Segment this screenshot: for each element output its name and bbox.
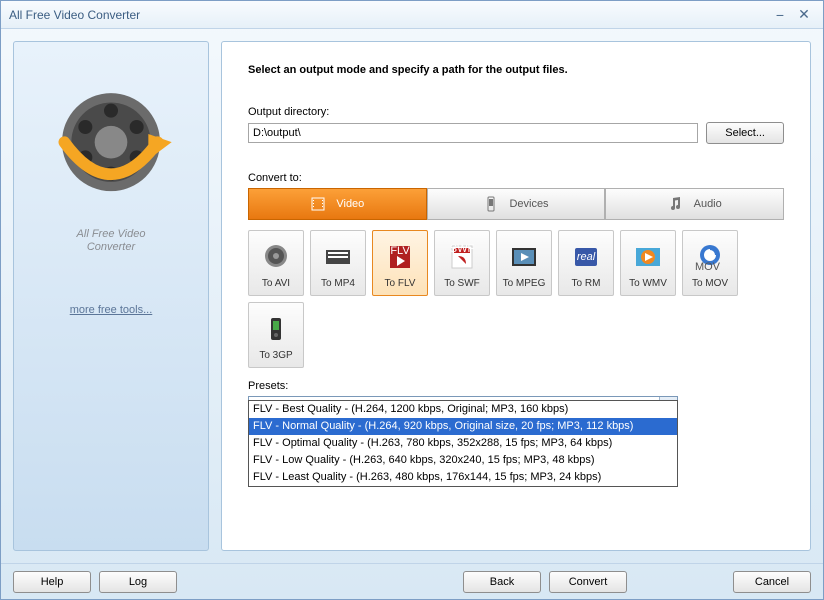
video-icon (310, 196, 326, 212)
mpeg-icon (508, 242, 540, 274)
category-tabs: Video Devices Audio (248, 188, 784, 220)
cancel-button[interactable]: Cancel (733, 571, 811, 593)
window-title: All Free Video Converter (9, 8, 767, 22)
svg-text:MOV: MOV (695, 261, 721, 273)
format-wmv[interactable]: To WMV (620, 230, 676, 296)
convert-button[interactable]: Convert (549, 571, 627, 593)
back-button[interactable]: Back (463, 571, 541, 593)
format-flv[interactable]: FLVTo FLV (372, 230, 428, 296)
svg-text:SWF: SWF (450, 243, 475, 255)
select-dir-button[interactable]: Select... (706, 122, 784, 144)
format-avi[interactable]: To AVI (248, 230, 304, 296)
tab-audio[interactable]: Audio (605, 188, 784, 220)
titlebar: All Free Video Converter − ✕ (1, 1, 823, 29)
format-swf[interactable]: SWFTo SWF (434, 230, 490, 296)
help-button[interactable]: Help (13, 571, 91, 593)
footer: Help Log Back Convert Cancel (1, 563, 823, 599)
preset-option[interactable]: FLV - Normal Quality - (H.264, 920 kbps,… (249, 418, 677, 435)
svg-text:real: real (577, 251, 596, 263)
avi-icon (260, 242, 292, 274)
page-heading: Select an output mode and specify a path… (248, 64, 784, 76)
brand-text: All Free Video Converter (77, 228, 146, 254)
preset-option[interactable]: FLV - Least Quality - (H.263, 480 kbps, … (249, 469, 677, 486)
mov-icon: MOV (694, 242, 726, 274)
swf-icon: SWF (446, 242, 478, 274)
more-tools-link[interactable]: more free tools... (70, 304, 153, 316)
convert-to-label: Convert to: (248, 172, 784, 184)
output-dir-label: Output directory: (248, 106, 784, 118)
format-mov[interactable]: MOVTo MOV (682, 230, 738, 296)
svg-text:FLV: FLV (390, 245, 410, 257)
tab-video[interactable]: Video (248, 188, 427, 220)
format-rm[interactable]: realTo RM (558, 230, 614, 296)
app-logo-icon (41, 78, 181, 218)
log-button[interactable]: Log (99, 571, 177, 593)
mp4-icon (322, 242, 354, 274)
format-mpeg[interactable]: To MPEG (496, 230, 552, 296)
preset-option[interactable]: FLV - Optimal Quality - (H.263, 780 kbps… (249, 435, 677, 452)
app-window: All Free Video Converter − ✕ (0, 0, 824, 600)
minimize-button[interactable]: − (769, 6, 791, 24)
audio-icon (668, 196, 684, 212)
flv-icon: FLV (384, 242, 416, 274)
3gp-icon (260, 314, 292, 346)
sidebar: All Free Video Converter more free tools… (13, 41, 209, 551)
rm-icon: real (570, 242, 602, 274)
preset-dropdown: FLV - Best Quality - (H.264, 1200 kbps, … (248, 400, 678, 487)
format-grid: To AVI To MP4 FLVTo FLV SWFTo SWF To MPE… (248, 230, 784, 368)
presets-label: Presets: (248, 380, 784, 392)
main-panel: Select an output mode and specify a path… (221, 41, 811, 551)
tab-devices[interactable]: Devices (427, 188, 606, 220)
format-3gp[interactable]: To 3GP (248, 302, 304, 368)
wmv-icon (632, 242, 664, 274)
output-dir-input[interactable] (248, 123, 698, 143)
preset-option[interactable]: FLV - Best Quality - (H.264, 1200 kbps, … (249, 401, 677, 418)
body: All Free Video Converter more free tools… (1, 29, 823, 563)
preset-option[interactable]: FLV - Low Quality - (H.263, 640 kbps, 32… (249, 452, 677, 469)
devices-icon (483, 196, 499, 212)
close-button[interactable]: ✕ (793, 6, 815, 24)
format-mp4[interactable]: To MP4 (310, 230, 366, 296)
